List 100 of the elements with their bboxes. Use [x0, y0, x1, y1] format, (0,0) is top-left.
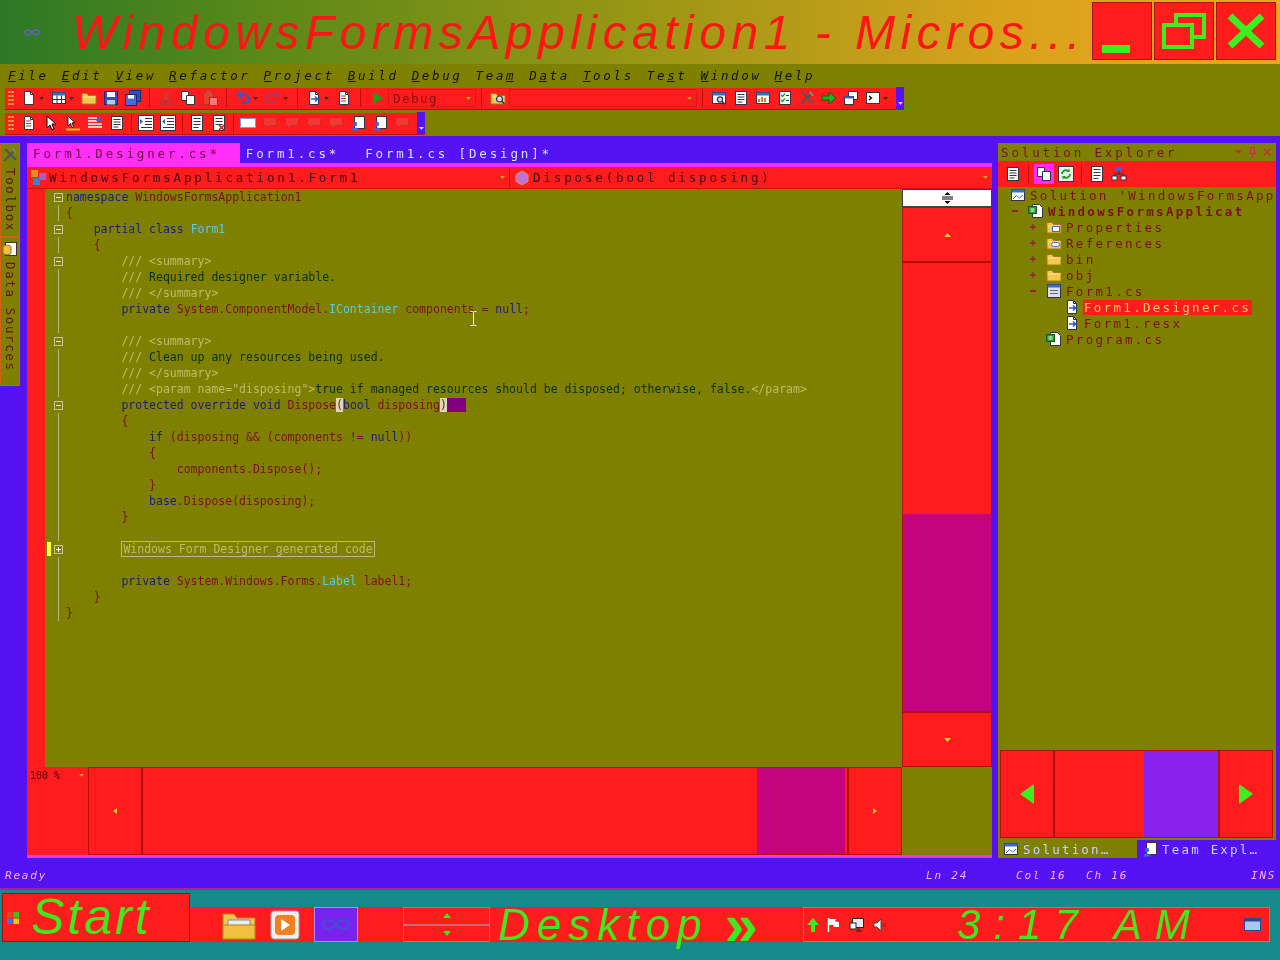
console-window-icon[interactable]	[865, 90, 881, 106]
blank-rectangle-icon[interactable]	[240, 115, 256, 131]
zoom-dropdown[interactable]: 100 %	[27, 767, 88, 783]
undo-icon[interactable]	[235, 90, 251, 106]
expand-icon[interactable]	[54, 544, 63, 554]
overflow-button[interactable]	[417, 112, 425, 134]
checklist-icon[interactable]	[777, 90, 793, 106]
floppy-disks-icon[interactable]	[125, 90, 141, 106]
collapse-icon[interactable]	[54, 400, 63, 410]
restore-icon[interactable]	[1162, 13, 1206, 49]
window-icon[interactable]	[1244, 918, 1261, 931]
type-dropdown[interactable]: WindowsFormsApplication1.Form1	[27, 167, 510, 188]
folder-magnifier-icon[interactable]	[490, 90, 506, 106]
tree-item[interactable]: Form1.cs	[1065, 283, 1146, 299]
flag-icon[interactable]	[827, 917, 841, 932]
play-tile-icon[interactable]	[270, 909, 300, 940]
caret-icon[interactable]	[39, 96, 44, 100]
up-arrow-icon[interactable]	[943, 232, 951, 237]
right-arrow-icon[interactable]	[821, 90, 837, 106]
muted-speaker-icon[interactable]	[873, 917, 887, 932]
tree-item[interactable]: Solution 'WindowsFormsApp	[1029, 187, 1277, 203]
caret-icon[interactable]	[897, 102, 903, 105]
window-magnifier-icon[interactable]	[711, 90, 727, 106]
indent-icon[interactable]	[138, 115, 154, 131]
overflow-button[interactable]	[896, 87, 904, 109]
outdent-icon[interactable]	[160, 115, 176, 131]
list-sheet-icon[interactable]	[109, 115, 125, 131]
cursor-line-icon[interactable]	[65, 115, 81, 131]
toolbar-grip[interactable]	[8, 115, 14, 131]
splitter-handle[interactable]	[902, 189, 992, 207]
configuration-dropdown[interactable]: Debug	[388, 89, 476, 107]
tree-item[interactable]: obj	[1065, 267, 1097, 283]
text-lines-icon[interactable]	[87, 115, 103, 131]
crossed-lines-page-icon[interactable]	[211, 115, 227, 131]
caret-icon[interactable]	[253, 96, 258, 100]
caret-icon[interactable]	[418, 127, 424, 130]
down-arrow-icon[interactable]	[943, 737, 951, 742]
scroll-right-button[interactable]	[1219, 750, 1273, 838]
list-sheet-icon[interactable]	[733, 90, 749, 106]
expand-icon[interactable]	[1030, 256, 1036, 262]
restore-button[interactable]	[1154, 2, 1214, 60]
left-arrow-icon[interactable]	[113, 808, 117, 814]
page-list-icon[interactable]	[21, 115, 37, 131]
pages-icon[interactable]	[1034, 164, 1054, 184]
infinity-icon[interactable]	[314, 907, 358, 942]
tree-item[interactable]: Form1.resx	[1083, 315, 1184, 331]
side-tab[interactable]: Toolbox	[1, 144, 19, 236]
document-icon[interactable]	[21, 90, 37, 106]
monitor-icon[interactable]	[849, 916, 865, 933]
scrollbar-thumb[interactable]	[757, 768, 845, 854]
panel-tab[interactable]: Solution…	[998, 840, 1137, 858]
pointer-arrow-icon[interactable]	[43, 115, 59, 131]
collapse-icon[interactable]	[54, 224, 63, 234]
caret-icon[interactable]	[883, 96, 888, 100]
document-tab[interactable]: Form1.cs*	[239, 143, 360, 163]
stacked-windows-icon[interactable]	[843, 90, 859, 106]
crossed-tools-icon[interactable]	[799, 90, 815, 106]
tree-item[interactable]: WindowsFormsApplicat	[1047, 203, 1246, 219]
member-dropdown[interactable]: Dispose(bool disposing)	[510, 167, 992, 188]
up-arrow-icon[interactable]	[807, 917, 819, 932]
minimize-button[interactable]	[1092, 2, 1152, 60]
expand-icon[interactable]	[1030, 240, 1036, 246]
side-tab[interactable]: Data Sources	[1, 235, 19, 376]
expand-icon[interactable]	[1030, 272, 1036, 278]
person-page-icon[interactable]	[372, 115, 388, 131]
up-arrow-icon[interactable]	[442, 913, 451, 919]
scroll-left-button[interactable]	[1000, 750, 1054, 838]
pages-icon[interactable]	[180, 90, 196, 106]
caret-icon[interactable]	[324, 96, 329, 100]
tree-item[interactable]: Properties	[1065, 219, 1166, 235]
right-arrow-icon[interactable]	[873, 808, 877, 814]
panel-tab[interactable]: Team Expl…	[1137, 840, 1276, 858]
refresh-icon[interactable]	[1056, 164, 1076, 184]
right-arrow-icon[interactable]	[1239, 784, 1253, 804]
toolbar-grip[interactable]	[8, 90, 14, 106]
page-list-icon[interactable]	[336, 90, 352, 106]
person-page-icon[interactable]	[350, 115, 366, 131]
tree-item[interactable]: Form1.Designer.cs	[1083, 299, 1253, 315]
chevron-button[interactable]: »	[724, 899, 758, 950]
tree-item[interactable]: bin	[1065, 251, 1097, 267]
folder-icon[interactable]	[81, 90, 97, 106]
collapse-icon[interactable]	[54, 336, 63, 346]
scrollbar-thumb[interactable]	[1144, 751, 1218, 837]
down-arrow-icon[interactable]	[442, 930, 451, 936]
window-chart-icon[interactable]	[755, 90, 771, 106]
collapse-icon[interactable]	[54, 256, 63, 266]
start-button[interactable]: Start	[2, 893, 190, 942]
document-tab[interactable]: Form1.Designer.cs*	[27, 143, 240, 163]
collapse-icon[interactable]	[54, 192, 63, 202]
find-combo-field[interactable]	[509, 89, 697, 107]
page-arrow-icon[interactable]	[306, 90, 322, 106]
table-window-icon[interactable]	[51, 90, 67, 106]
scroll-down-button[interactable]	[902, 712, 992, 767]
left-arrow-icon[interactable]	[1020, 784, 1034, 804]
hierarchy-icon[interactable]	[1109, 164, 1129, 184]
scrollbar-thumb[interactable]	[903, 514, 991, 711]
tree-item[interactable]: References	[1065, 235, 1166, 251]
tree-item[interactable]: Program.cs	[1065, 331, 1166, 347]
caret-icon[interactable]	[283, 96, 288, 100]
close-button[interactable]	[1216, 2, 1276, 60]
